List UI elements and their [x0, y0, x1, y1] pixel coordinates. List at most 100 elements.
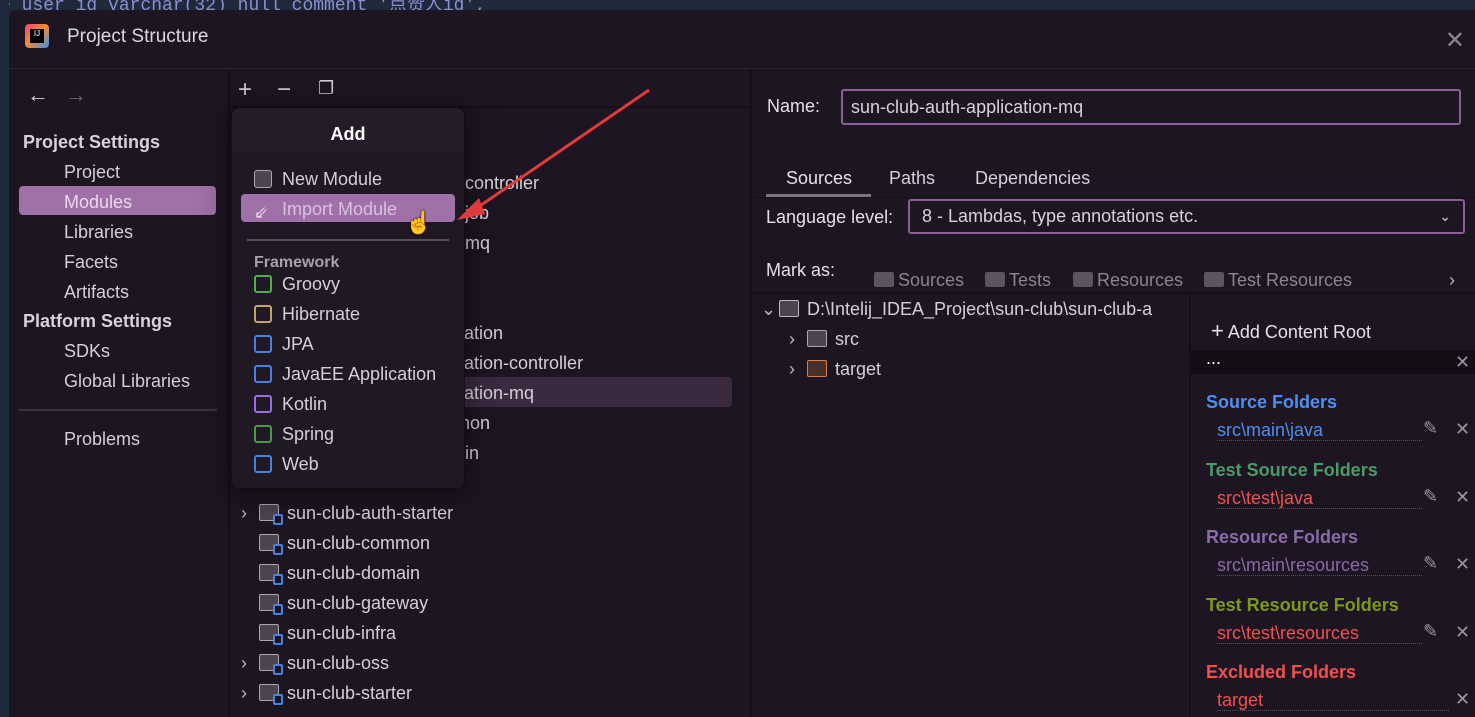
remove-icon[interactable]: ✕	[1455, 554, 1470, 575]
arrow-left-icon[interactable]: ←	[27, 82, 49, 108]
sidebar-item-facets[interactable]: Facets	[64, 252, 118, 273]
menu-item-javaee-application[interactable]: JavaEE Application	[254, 364, 436, 385]
new-module-icon	[254, 170, 272, 188]
remove-icon[interactable]: ✕	[1455, 622, 1470, 643]
test-resources-folder-icon	[1204, 272, 1224, 287]
menu-item-label: Import Module	[282, 199, 398, 219]
remove-icon[interactable]: ✕	[1455, 487, 1470, 508]
close-icon[interactable]: ✕	[1455, 352, 1470, 373]
sidebar-item-artifacts[interactable]: Artifacts	[64, 282, 129, 303]
menu-item-new-module[interactable]: New Module	[254, 169, 382, 190]
chevron-right-icon: ›	[789, 359, 795, 379]
sidebar-item-global-libraries[interactable]: Global Libraries	[64, 371, 190, 392]
plus-icon[interactable]: +	[238, 76, 252, 104]
edit-icon[interactable]: ✎	[1423, 486, 1438, 507]
sidebar-item-problems[interactable]: Problems	[64, 429, 140, 450]
tab-dependencies[interactable]: Dependencies	[975, 168, 1090, 189]
sidebar-item-libraries[interactable]: Libraries	[64, 222, 133, 243]
folder-path[interactable]: src\main\java	[1217, 420, 1422, 441]
tree-item-module[interactable]: › sun-club-oss	[241, 653, 389, 675]
import-icon: ⇙	[254, 203, 269, 222]
kotlin-icon	[254, 395, 272, 413]
menu-item-spring[interactable]: Spring	[254, 424, 334, 445]
minus-icon[interactable]: −	[277, 76, 291, 104]
tree-item-partial[interactable]: cation-mq	[455, 383, 534, 404]
menu-item-label: Spring	[282, 424, 335, 444]
module-folder-icon	[259, 654, 283, 675]
sidebar-item-project[interactable]: Project	[64, 162, 120, 183]
chevron-right-icon[interactable]: ›	[241, 653, 259, 674]
sidebar-item-modules[interactable]: Modules	[64, 192, 132, 213]
module-label: sun-club-gateway	[287, 593, 429, 613]
add-content-root-label: Add Content Root	[1227, 322, 1371, 342]
edit-icon[interactable]: ✎	[1423, 553, 1438, 574]
menu-item-label: Hibernate	[282, 304, 361, 324]
module-label: sun-club-domain	[287, 563, 421, 583]
chevron-right-icon[interactable]: ›	[1449, 270, 1455, 291]
sidebar-item-sdks[interactable]: SDKs	[64, 341, 110, 362]
annotation-arrow	[457, 88, 650, 220]
folder-path[interactable]: src\main\resources	[1217, 555, 1422, 576]
tree-item-module[interactable]: sun-club-common	[241, 533, 430, 555]
tree-item-module[interactable]: › sun-club-starter	[241, 683, 412, 705]
folder-path[interactable]: target	[1217, 690, 1449, 711]
chevron-right-icon: ›	[789, 329, 795, 349]
menu-item-web[interactable]: Web	[254, 454, 319, 475]
arrow-right-icon[interactable]: →	[65, 82, 87, 108]
folder-group-title: Source Folders	[1206, 392, 1338, 412]
spring-icon	[254, 425, 272, 443]
add-content-root-button[interactable]: + Add Content Root	[1211, 318, 1371, 344]
tree-item-module[interactable]: sun-club-infra	[241, 623, 397, 645]
background-editor	[0, 0, 9, 717]
folder-label: target	[835, 359, 882, 379]
module-folder-icon	[259, 684, 283, 705]
plus-icon: +	[1211, 318, 1224, 343]
remove-icon[interactable]: ✕	[1455, 689, 1470, 710]
language-level-select[interactable]: 8 - Lambdas, type annotations etc. ⌄	[908, 199, 1465, 234]
chevron-down-icon: ⌄	[761, 299, 777, 319]
menu-item-jpa[interactable]: JPA	[254, 334, 314, 355]
tree-item-src[interactable]: › src	[789, 329, 859, 350]
folder-path[interactable]: src\test\resources	[1217, 623, 1422, 644]
mark-sources-button[interactable]: Sources	[874, 270, 964, 291]
tree-item-module[interactable]: › sun-club-auth-starter	[241, 503, 453, 525]
remove-icon[interactable]: ✕	[1455, 419, 1470, 440]
dialog-title: Project Structure	[67, 26, 209, 47]
mouse-cursor-icon: ☝	[405, 210, 433, 235]
folder-path[interactable]: src\test\java	[1217, 488, 1422, 509]
mark-label: Test Resources	[1228, 270, 1353, 290]
tree-item-module[interactable]: sun-club-gateway	[241, 593, 429, 615]
popup-title: Add	[232, 108, 464, 153]
mark-test-resources-button[interactable]: Test Resources	[1204, 270, 1352, 291]
folder-group-title: Excluded Folders	[1206, 662, 1357, 682]
module-label: sun-club-infra	[287, 623, 397, 643]
divider	[19, 409, 217, 411]
tree-item-target[interactable]: › target	[789, 359, 881, 380]
edit-icon[interactable]: ✎	[1423, 621, 1438, 642]
tree-item-module[interactable]: sun-club-domain	[241, 563, 421, 585]
chevron-right-icon[interactable]: ›	[241, 683, 259, 704]
menu-item-groovy[interactable]: Groovy	[254, 274, 340, 295]
menu-item-kotlin[interactable]: Kotlin	[254, 394, 327, 415]
add-popup-menu: Add New Module ⇙ Import Module Framework …	[231, 107, 465, 489]
resources-folder-icon	[1073, 272, 1093, 287]
root-path: D:\Intelij_IDEA_Project\sun-club\sun-clu…	[807, 299, 1153, 319]
content-root-tree-item[interactable]: ⌄ D:\Intelij_IDEA_Project\sun-club\sun-cl…	[761, 299, 1152, 320]
tree-item-partial[interactable]: cation-controller	[455, 353, 583, 374]
menu-item-import-module[interactable]: ⇙ Import Module	[254, 199, 397, 223]
mark-resources-button[interactable]: Resources	[1073, 270, 1183, 291]
menu-item-hibernate[interactable]: Hibernate	[254, 304, 360, 325]
divider	[228, 69, 230, 717]
divider	[750, 69, 752, 717]
language-level-value: 8 - Lambdas, type annotations etc.	[922, 206, 1199, 226]
mark-tests-button[interactable]: Tests	[985, 270, 1051, 291]
edit-icon[interactable]: ✎	[1423, 418, 1438, 439]
content-root-panel: + Add Content Root ... ✕ Source Folders s…	[1189, 294, 1475, 717]
chevron-right-icon[interactable]: ›	[241, 503, 259, 524]
tab-paths[interactable]: Paths	[889, 168, 935, 189]
copy-icon[interactable]: ❐	[318, 78, 334, 99]
groovy-icon	[254, 275, 272, 293]
tab-sources[interactable]: Sources	[786, 168, 852, 189]
close-icon[interactable]: ✕	[1445, 26, 1465, 55]
module-name-input[interactable]	[841, 89, 1461, 125]
